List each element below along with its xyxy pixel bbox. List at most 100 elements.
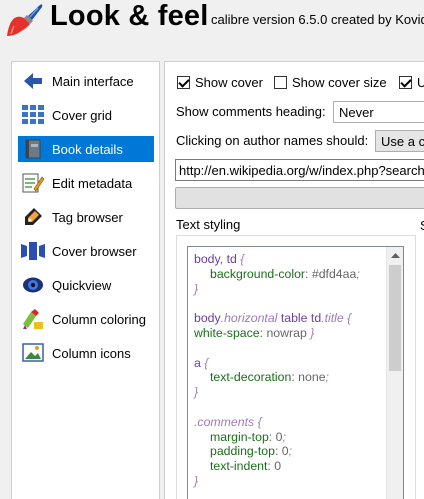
code-line: padding-top: 0; <box>194 444 360 459</box>
image-icon <box>20 341 46 365</box>
code-line: text-indent: 0 <box>194 459 360 474</box>
css-code[interactable]: body, td {background-color: #dfd4aa;} bod… <box>194 252 360 489</box>
code-line: body.horizontal table td.title { <box>194 311 360 326</box>
code-token: .title <box>321 311 344 326</box>
third-option-checkbox[interactable] <box>399 76 412 89</box>
grid-icon <box>20 103 46 127</box>
sidebar-item-label: Cover browser <box>52 243 137 259</box>
sidebar-item-cover-grid[interactable]: Cover grid <box>18 102 154 128</box>
sidebar-item-column-coloring[interactable]: Column coloring <box>18 306 154 332</box>
code-line: white-space: nowrap } <box>194 326 360 341</box>
css-editor[interactable]: body, td {background-color: #dfd4aa;} bod… <box>187 246 404 499</box>
text-styling-label: Text styling <box>176 217 241 232</box>
sidebar-item-edit-metadata[interactable]: Edit metadata <box>18 170 154 196</box>
palette-icon <box>20 307 46 331</box>
code-token: { <box>204 355 209 370</box>
code-token: { <box>343 311 352 326</box>
eye-icon <box>20 273 46 297</box>
author-click-value: Use a c <box>381 134 424 149</box>
preferences-sidebar: Main interface Cover grid Book details E… <box>11 61 160 499</box>
paintbrush-icon <box>7 4 43 36</box>
code-token: } <box>310 325 315 340</box>
show-cover-label: Show cover <box>195 75 263 90</box>
tag-icon <box>20 205 46 229</box>
sidebar-item-label: Column icons <box>52 345 131 361</box>
code-token: : nowrap <box>259 325 311 340</box>
code-token: text-indent <box>210 459 268 474</box>
code-token: : 0 <box>274 444 289 459</box>
code-line: } <box>194 385 360 400</box>
show-cover-size-checkbox[interactable] <box>274 76 287 89</box>
code-token: ; <box>356 266 360 281</box>
code-token: } <box>194 281 199 296</box>
code-token: body, td <box>194 252 241 266</box>
header: Look & feel calibre version 6.5.0 create… <box>0 0 424 42</box>
sidebar-item-book-details[interactable]: Book details <box>18 136 154 162</box>
comments-heading-label: Show comments heading: <box>176 104 326 119</box>
sidebar-item-label: Main interface <box>52 73 134 89</box>
vertical-scrollbar[interactable] <box>386 247 403 499</box>
comments-heading-select[interactable]: Never <box>333 101 424 123</box>
cover-flow-icon <box>20 239 46 263</box>
comments-heading-value: Never <box>339 105 374 120</box>
code-token: : 0 <box>268 429 283 444</box>
code-token: white-space <box>194 325 260 340</box>
code-token: { <box>240 252 245 266</box>
show-cover-size-label: Show cover size <box>292 75 387 90</box>
sidebar-item-label: Edit metadata <box>52 175 133 191</box>
author-click-select[interactable]: Use a c <box>375 130 424 152</box>
code-token: background-color <box>210 266 306 281</box>
third-option-label: U <box>417 75 424 90</box>
code-token: text-decoration <box>210 370 292 385</box>
scrollbar-thumb[interactable] <box>389 265 401 371</box>
code-token: { <box>257 414 262 429</box>
code-token: : <box>305 266 312 281</box>
sidebar-item-column-icons[interactable]: Column icons <box>18 340 154 366</box>
code-token: : none <box>291 370 326 385</box>
code-line: body, td { <box>194 252 360 267</box>
code-token: .horizontal <box>220 311 278 326</box>
code-token: a <box>194 355 205 370</box>
templates-button[interactable] <box>175 187 424 209</box>
sidebar-item-label: Cover grid <box>52 107 112 123</box>
code-token: table td <box>277 311 322 326</box>
arrow-left-icon <box>20 69 46 93</box>
scroll-up-arrow-icon[interactable] <box>387 247 403 264</box>
sidebar-item-quickview[interactable]: Quickview <box>18 272 154 298</box>
code-token: ; <box>288 444 293 459</box>
right-column-label: S <box>420 218 424 233</box>
book-icon <box>20 137 46 161</box>
code-line: background-color: #dfd4aa; <box>194 267 360 282</box>
show-cover-checkbox[interactable] <box>177 76 190 89</box>
code-token: .comments <box>194 414 258 429</box>
sidebar-item-tag-browser[interactable]: Tag browser <box>18 204 154 230</box>
code-token: padding-top <box>210 444 275 459</box>
sidebar-item-label: Column coloring <box>52 311 146 327</box>
code-line: a { <box>194 356 360 371</box>
code-token: } <box>194 385 199 400</box>
sidebar-item-label: Book details <box>52 141 123 157</box>
sidebar-item-label: Quickview <box>52 277 112 293</box>
edit-icon <box>20 171 46 195</box>
code-line: } <box>194 282 360 297</box>
code-line: margin-top: 0; <box>194 430 360 445</box>
sidebar-item-cover-browser[interactable]: Cover browser <box>18 238 154 264</box>
code-token: #dfd4aa <box>311 266 357 281</box>
page-title: Look & feel <box>50 0 209 32</box>
code-token: ; <box>282 429 286 444</box>
code-line: .comments { <box>194 415 360 430</box>
code-line: text-decoration: none; <box>194 370 360 385</box>
sidebar-item-label: Tag browser <box>52 209 123 225</box>
code-line: } <box>194 474 360 489</box>
sidebar-item-main-interface[interactable]: Main interface <box>18 68 154 94</box>
code-token: : 0 <box>267 459 282 474</box>
code-token: ; <box>325 370 329 385</box>
author-url-input[interactable]: http://en.wikipedia.org/w/index.php?sear… <box>175 159 424 181</box>
code-token: margin-top <box>210 429 269 444</box>
author-url-value: http://en.wikipedia.org/w/index.php?sear… <box>179 163 424 178</box>
author-click-label: Clicking on author names should: <box>176 133 369 148</box>
version-text: calibre version 6.5.0 created by Kovid <box>211 12 424 27</box>
code-token: body <box>194 311 221 326</box>
